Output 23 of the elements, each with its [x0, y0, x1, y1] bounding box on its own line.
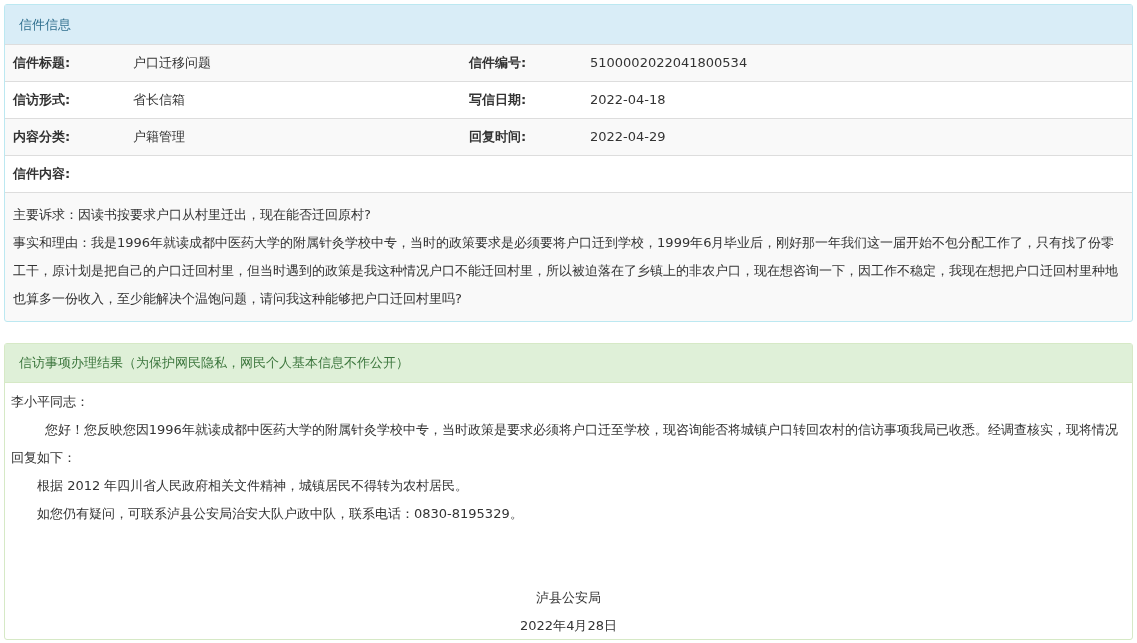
field-label: 信件内容:	[13, 165, 71, 184]
field-label: 信访形式:	[13, 92, 71, 108]
field-label: 内容分类:	[13, 129, 71, 145]
field-value: 5100002022041800534	[590, 55, 748, 71]
reply-paragraph: 您好！您反映您因1996年就读成都中医药大学的附属针灸学校中专，当时政策是要求必须将户口迁至学校，现咨询能否将城镇户口转回农村的信访事项我局已收悉。经调查核实，现将情况回复如下：	[11, 421, 1119, 467]
field-value: 2022-04-29	[590, 129, 666, 145]
field-label: 信件标题:	[13, 55, 71, 71]
field-value: 省长信箱	[133, 92, 185, 108]
field-label: 回复时间:	[469, 129, 527, 145]
field-value: 户口迁移问题	[133, 55, 211, 71]
salutation-text: 李小平同志：	[11, 393, 90, 411]
letter-content-text: 主要诉求：因读书按要求户口从村里迁出，现在能否迁回原村?	[13, 206, 372, 224]
reply-paragraph: 根据 2012 年四川省人民政府相关文件精神，城镇居民不得转为农村居民。	[36, 477, 470, 495]
reply-paragraph: 如您仍有疑问，可联系泸县公安局治安大队户政中队，联系电话：0830-8195329。	[36, 505, 524, 523]
field-label: 写信日期:	[469, 92, 527, 108]
signature-text: 泸县公安局	[536, 590, 601, 605]
letter-content-text: 事实和理由：我是1996年就读成都中医药大学的附属针灸学校中专，当时的政策要求是必须要将户口迁到学校，1999年6月毕业后，刚好那一年我们这一届开始不包分配工作了，只有找了份零工干，原计划是把自己的户口迁回村里，但当时遇到的政策是我这种情况户口不能迁回村里，所以被迫落在了乡镇上的非农户口，现在想咨询一下，因工作不稳定，我现在想把户口迁回村里种地也算多一份收入，至少能解决个温饱问题，请问我这种能够把户口迁回村里吗?	[13, 234, 1119, 308]
panel-title: 信访事项办理结果（为保护网民隐私，网民个人基本信息不作公开）	[19, 354, 409, 373]
field-value: 2022-04-18	[590, 92, 666, 108]
field-value: 户籍管理	[133, 129, 185, 145]
date-text: 2022年4月28日	[520, 618, 617, 633]
panel-title: 信件信息	[19, 15, 71, 34]
field-label: 信件编号:	[469, 55, 527, 71]
